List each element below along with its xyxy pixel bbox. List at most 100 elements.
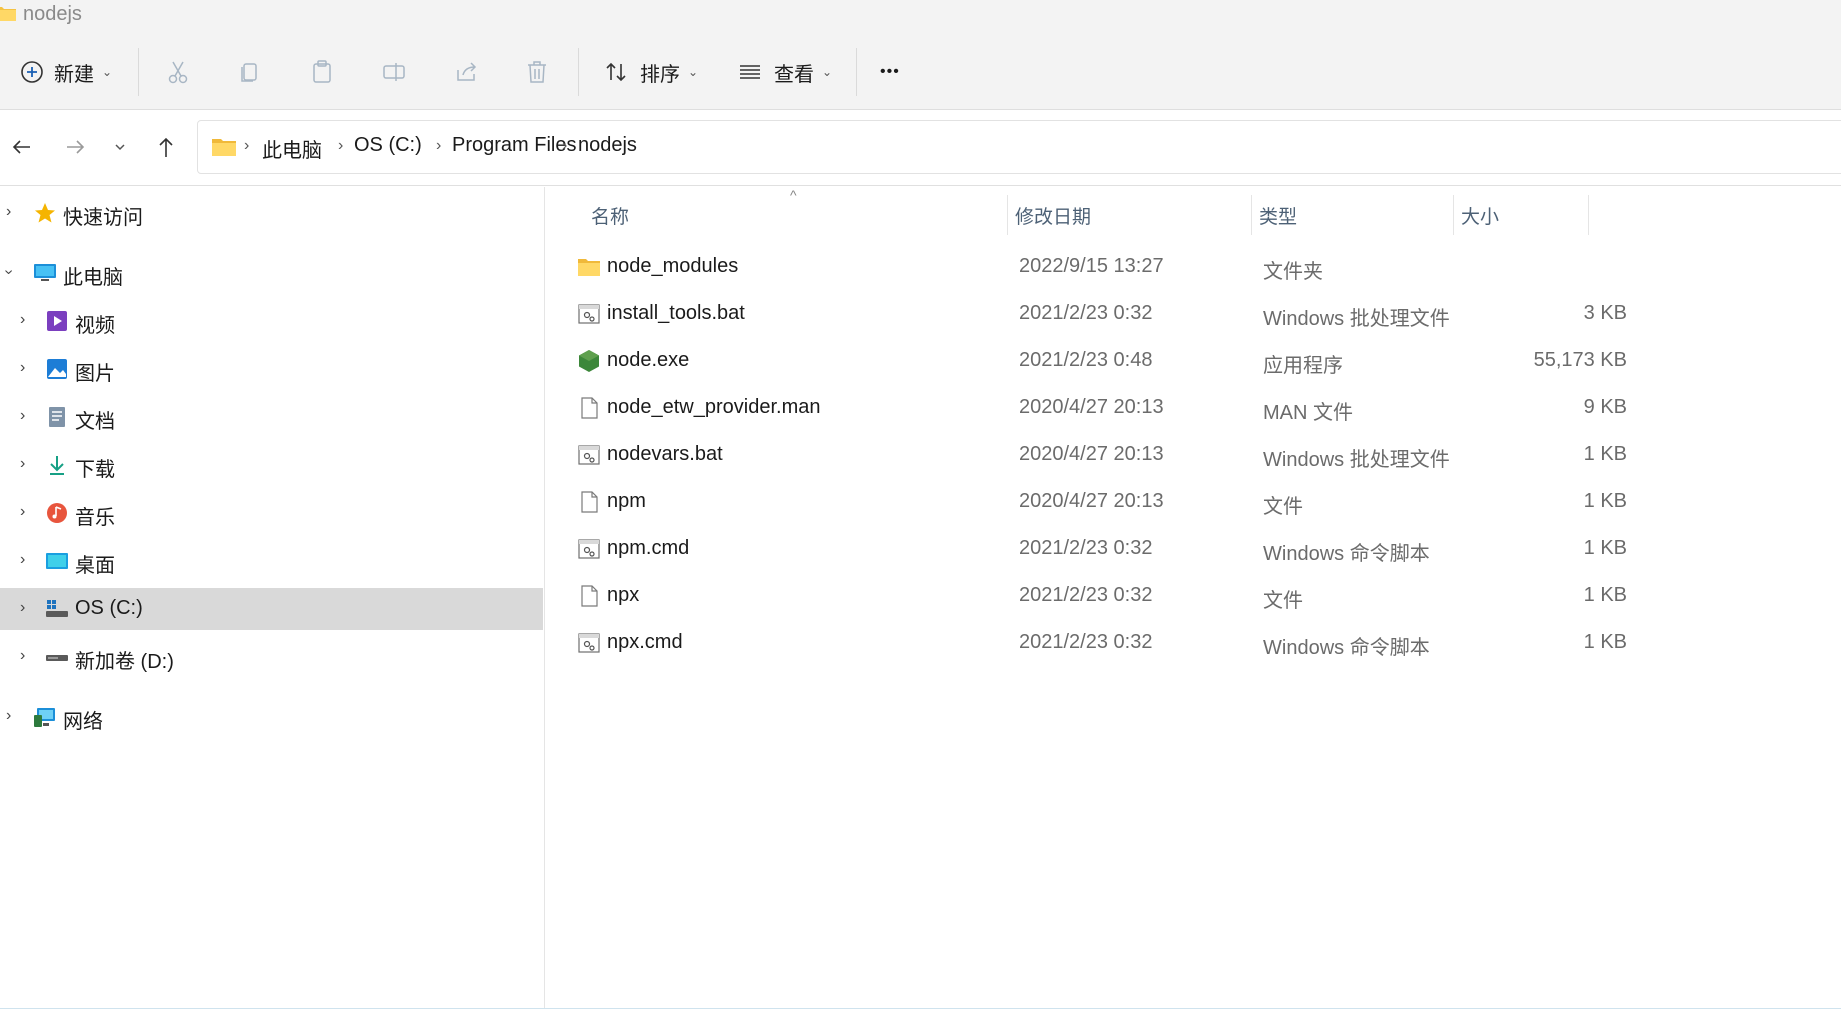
sidebar-item-music[interactable]: › 音乐 — [0, 492, 543, 534]
sidebar-item-label: OS (C:) — [75, 597, 143, 619]
chevron-right-icon: › — [436, 137, 442, 154]
sidebar-item-desktop[interactable]: › 桌面 — [0, 540, 543, 582]
sort-button-label: 排序 — [640, 63, 680, 86]
file-icon — [581, 585, 598, 607]
chevron-right-icon[interactable]: › — [20, 455, 25, 473]
file-row-install-tools-bat[interactable]: install_tools.bat 2021/2/23 0:32 Windows… — [547, 290, 1627, 337]
share-icon[interactable] — [452, 58, 480, 86]
recent-locations-chevron-icon[interactable] — [104, 131, 136, 163]
file-date: 2021/2/23 0:32 — [1019, 584, 1153, 606]
column-header-size[interactable]: 大小 — [1461, 195, 1581, 235]
chevron-right-icon[interactable]: › — [20, 407, 25, 425]
chevron-right-icon[interactable]: › — [20, 551, 25, 569]
file-type: Windows 命令脚本 — [1263, 637, 1430, 659]
breadcrumb-this-pc[interactable]: 此电脑 — [262, 134, 322, 163]
sidebar-item-os-c[interactable]: › OS (C:) — [0, 588, 543, 630]
network-icon — [34, 708, 55, 727]
back-arrow-icon[interactable] — [6, 131, 38, 163]
sidebar-item-label: 文档 — [75, 411, 115, 433]
file-size: 1 KB — [1583, 631, 1627, 653]
sidebar-item-label: 音乐 — [75, 507, 115, 529]
sidebar-item-drive-d[interactable]: › 新加卷 (D:) — [0, 636, 543, 678]
column-header-type[interactable]: 类型 — [1259, 195, 1449, 235]
chevron-right-icon[interactable]: › — [6, 203, 11, 221]
file-row-npm-cmd[interactable]: npm.cmd 2021/2/23 0:32 Windows 命令脚本 1 KB — [547, 525, 1627, 572]
new-button[interactable]: 新建 ⌄ — [20, 52, 112, 92]
column-header-name[interactable]: 名称 — [591, 195, 1001, 235]
batch-file-icon — [578, 445, 600, 465]
music-icon — [47, 503, 67, 523]
chevron-right-icon[interactable]: › — [6, 707, 11, 725]
sidebar-item-network[interactable]: › 网络 — [0, 696, 543, 738]
view-button-label: 查看 — [774, 63, 814, 86]
copy-icon[interactable] — [236, 58, 264, 86]
file-icon — [581, 491, 598, 513]
delete-icon[interactable] — [523, 58, 551, 86]
column-divider[interactable] — [1251, 195, 1252, 235]
view-button[interactable]: 查看 ⌄ — [738, 52, 832, 92]
chevron-down-icon: ⌄ — [688, 65, 699, 79]
breadcrumb-nodejs[interactable]: nodejs — [578, 134, 637, 157]
toolbar-separator — [138, 48, 139, 96]
rename-icon[interactable] — [380, 58, 408, 86]
sort-button[interactable]: 排序 ⌄ — [604, 52, 698, 92]
sidebar-item-downloads[interactable]: › 下载 — [0, 444, 543, 486]
sidebar-item-videos[interactable]: › 视频 — [0, 300, 543, 342]
file-name: node.exe — [607, 349, 690, 371]
file-name: install_tools.bat — [607, 302, 745, 324]
file-row-node-modules[interactable]: node_modules 2022/9/15 13:27 文件夹 — [547, 243, 1597, 290]
breadcrumb-program-files[interactable]: Program Files — [452, 134, 576, 157]
chevron-right-icon[interactable]: › — [20, 359, 25, 377]
sidebar-item-pictures[interactable]: › 图片 — [0, 348, 543, 390]
sidebar-item-this-pc[interactable]: › 此电脑 — [0, 252, 543, 294]
file-name: npm — [607, 490, 646, 512]
file-date: 2022/9/15 13:27 — [1019, 255, 1164, 277]
toolbar-separator — [856, 48, 857, 96]
sidebar-item-label: 下载 — [75, 459, 115, 481]
paste-icon[interactable] — [308, 58, 336, 86]
chevron-right-icon[interactable]: › — [20, 647, 25, 665]
folder-icon — [578, 259, 600, 276]
sidebar-item-label: 新加卷 (D:) — [75, 651, 174, 673]
chevron-down-icon[interactable]: › — [0, 269, 18, 274]
sidebar-item-quick-access[interactable]: › 快速访问 — [0, 192, 543, 234]
cut-icon[interactable] — [164, 58, 192, 86]
file-type: 应用程序 — [1263, 355, 1343, 377]
file-type: 文件夹 — [1263, 261, 1323, 283]
file-date: 2020/4/27 20:13 — [1019, 490, 1164, 512]
forward-arrow-icon[interactable] — [59, 131, 91, 163]
column-divider[interactable] — [1453, 195, 1454, 235]
column-divider[interactable] — [1007, 195, 1008, 235]
file-row-nodevars-bat[interactable]: nodevars.bat 2020/4/27 20:13 Windows 批处理… — [547, 431, 1627, 478]
chevron-right-icon: › — [244, 137, 250, 154]
address-bar[interactable]: › 此电脑 › OS (C:) › Program Files › nodejs — [197, 120, 1841, 174]
file-date: 2020/4/27 20:13 — [1019, 396, 1164, 418]
file-date: 2020/4/27 20:13 — [1019, 443, 1164, 465]
column-divider[interactable] — [1588, 195, 1589, 235]
chevron-right-icon[interactable]: › — [20, 503, 25, 521]
file-name: node_etw_provider.man — [607, 396, 821, 418]
sidebar-item-label: 视频 — [75, 315, 115, 337]
chevron-down-icon: ⌄ — [102, 65, 113, 79]
sidebar-item-documents[interactable]: › 文档 — [0, 396, 543, 438]
file-row-npx-cmd[interactable]: npx.cmd 2021/2/23 0:32 Windows 命令脚本 1 KB — [547, 619, 1627, 666]
picture-icon — [47, 359, 67, 379]
breadcrumb-os-c[interactable]: OS (C:) — [354, 134, 422, 157]
file-row-node-exe[interactable]: node.exe 2021/2/23 0:48 应用程序 55,173 KB — [547, 337, 1627, 384]
batch-file-icon — [578, 304, 600, 324]
chevron-right-icon: › — [338, 137, 344, 154]
batch-file-icon — [578, 539, 600, 559]
file-row-npm[interactable]: npm 2020/4/27 20:13 文件 1 KB — [547, 478, 1627, 525]
computer-icon — [34, 264, 56, 281]
file-row-node-etw-provider-man[interactable]: node_etw_provider.man 2020/4/27 20:13 MA… — [547, 384, 1627, 431]
chevron-right-icon[interactable]: › — [20, 311, 25, 329]
folder-icon — [212, 139, 236, 156]
file-type: 文件 — [1263, 590, 1303, 612]
column-header-date[interactable]: 修改日期 — [1015, 195, 1255, 235]
up-arrow-icon[interactable] — [150, 131, 182, 163]
file-row-npx[interactable]: npx 2021/2/23 0:32 文件 1 KB — [547, 572, 1627, 619]
desktop-icon — [46, 553, 68, 569]
more-options-button[interactable]: ••• — [880, 52, 900, 92]
file-type: 文件 — [1263, 496, 1303, 518]
chevron-right-icon[interactable]: › — [20, 599, 25, 617]
